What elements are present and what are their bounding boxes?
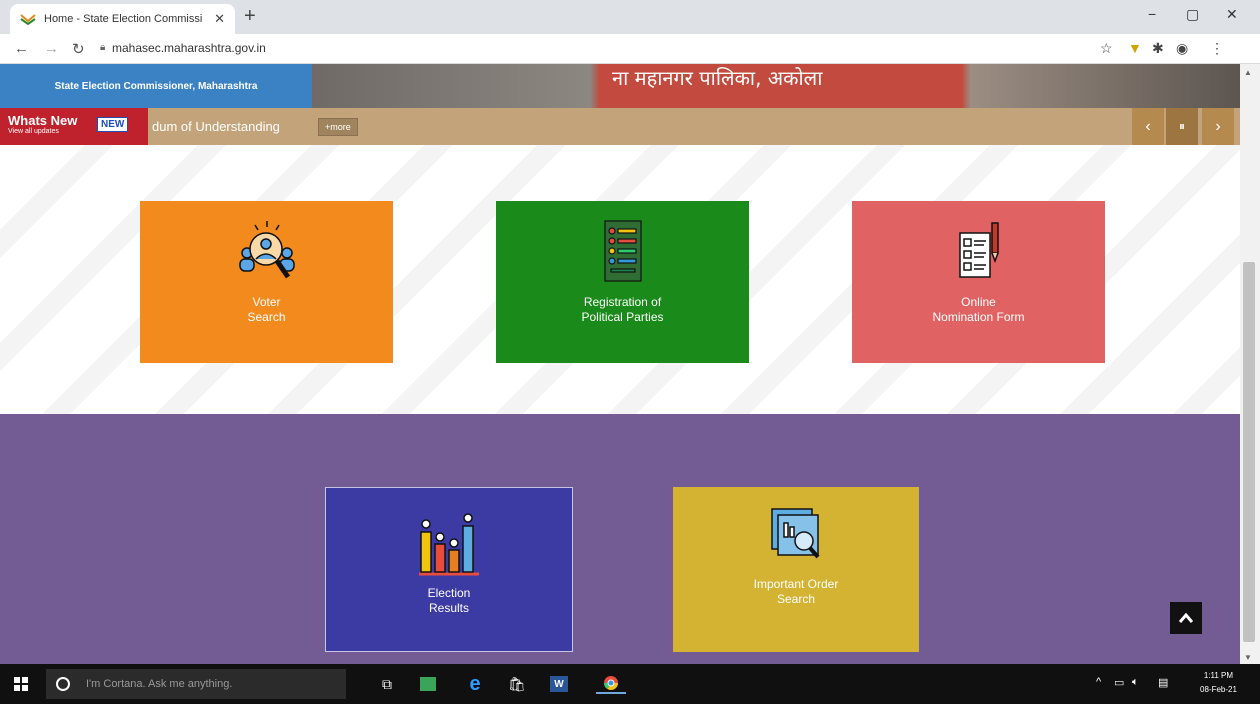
address-bar: ← → ↻ 🔒︎ mahasec.maharashtra.gov.in ☆ ▼ … (0, 34, 1260, 64)
cortana-icon (56, 677, 70, 691)
network-icon[interactable]: ▭ (1114, 676, 1124, 689)
windows-taskbar: I'm Cortana. Ask me anything. ⧉ e 🛍︎ W ^… (0, 664, 1260, 704)
site-favicon-icon (20, 14, 36, 25)
taskbar-clock[interactable]: 1:11 PM 08-Feb-21 (1200, 669, 1237, 697)
org-name-header: State Election Commissioner, Maharashtra (0, 64, 312, 108)
edge-browser-icon[interactable]: e (464, 673, 486, 695)
word-app-icon[interactable]: W (550, 676, 568, 692)
reload-icon[interactable]: ↻ (72, 40, 85, 58)
ticker-prev-button[interactable]: ‹ (1132, 108, 1164, 145)
browser-tab[interactable]: Home - State Election Commissi ✕ (10, 4, 235, 34)
lock-icon[interactable]: 🔒︎ (100, 42, 105, 53)
election-results-label: Election Results (427, 586, 471, 615)
online-nomination-form-card[interactable]: Online Nomination Form (852, 201, 1105, 363)
close-button[interactable]: ✕ (1226, 6, 1238, 23)
whats-new-panel[interactable]: Whats New View all updates NEW (0, 108, 148, 145)
cortana-search-box[interactable]: I'm Cortana. Ask me anything. (46, 669, 346, 699)
forward-arrow-icon[interactable]: → (44, 40, 59, 57)
tab-close-icon[interactable]: ✕ (214, 11, 225, 27)
banner-caption: ना महानगर पालिका, अकोला (612, 66, 823, 90)
minimize-button[interactable]: − (1148, 6, 1156, 22)
voter-search-icon (238, 221, 295, 279)
form-with-pen-icon (958, 222, 999, 278)
action-center-icon[interactable]: ▤ (1158, 676, 1168, 689)
tray-expand-icon[interactable]: ^ (1096, 676, 1101, 688)
voter-search-card[interactable]: Voter Search (140, 201, 393, 363)
whats-new-title: Whats New (8, 113, 78, 128)
scrollbar-thumb[interactable] (1243, 262, 1255, 642)
browser-tab-bar: Home - State Election Commissi ✕ + − ▢ ✕ (0, 0, 1260, 34)
scroll-up-arrow-icon[interactable]: ▲ (1244, 68, 1252, 77)
chrome-logo-icon (604, 676, 618, 690)
page-viewport: State Election Commissioner, Maharashtra… (0, 64, 1240, 664)
document-checklist-icon (603, 220, 642, 282)
new-badge: NEW (97, 117, 129, 132)
important-order-search-card[interactable]: Important Order Search (673, 487, 919, 652)
registration-political-parties-label: Registration of Political Parties (581, 295, 664, 324)
maximize-button[interactable]: ▢ (1186, 6, 1199, 23)
extension-icon[interactable]: ▼ (1128, 40, 1142, 56)
new-tab-button[interactable]: + (244, 5, 256, 28)
task-view-icon[interactable]: ⧉ (376, 674, 398, 694)
tab-title: Home - State Election Commissi (44, 13, 203, 25)
election-results-chart-icon (419, 513, 479, 576)
chrome-app-icon[interactable] (596, 674, 626, 694)
online-nomination-form-label: Online Nomination Form (932, 295, 1025, 324)
volume-icon[interactable]: 🔈︎ (1132, 676, 1139, 689)
scroll-down-arrow-icon[interactable]: ▼ (1244, 653, 1252, 662)
more-button[interactable]: +more (318, 118, 358, 136)
whats-new-ticker: Whats New View all updates NEW dum of Un… (0, 108, 1240, 145)
ticker-next-button[interactable]: › (1202, 108, 1234, 145)
chevron-up-icon (1179, 613, 1193, 623)
voter-search-label: Voter Search (247, 295, 286, 324)
header-banner-image: ना महानगर पालिका, अकोला (312, 64, 1240, 108)
ticker-item[interactable]: dum of Understanding (152, 119, 280, 134)
photos-app-icon[interactable] (420, 677, 436, 691)
store-app-icon[interactable]: 🛍︎ (506, 674, 528, 694)
clock-time: 1:11 PM (1203, 671, 1234, 680)
election-results-card[interactable]: Election Results (325, 487, 573, 652)
important-order-search-label: Important Order Search (753, 577, 839, 606)
url-field[interactable]: mahasec.maharashtra.gov.in (112, 41, 266, 55)
windows-start-icon[interactable] (14, 677, 28, 691)
clock-date: 08-Feb-21 (1200, 685, 1237, 694)
profile-avatar-icon[interactable]: ◉ (1176, 40, 1188, 57)
extensions-puzzle-icon[interactable]: ✱ (1152, 40, 1164, 57)
document-magnifier-icon (771, 508, 820, 559)
back-to-top-button[interactable] (1170, 602, 1202, 634)
back-arrow-icon[interactable]: ← (14, 40, 29, 57)
view-all-updates-link[interactable]: View all updates (8, 128, 59, 135)
ticker-pause-button[interactable]: ⏸ (1166, 108, 1198, 145)
registration-political-parties-card[interactable]: Registration of Political Parties (496, 201, 749, 363)
menu-dots-icon[interactable]: ⋮ (1210, 40, 1224, 57)
secondary-services-section (0, 414, 1240, 664)
bookmark-star-icon[interactable]: ☆ (1100, 40, 1113, 57)
